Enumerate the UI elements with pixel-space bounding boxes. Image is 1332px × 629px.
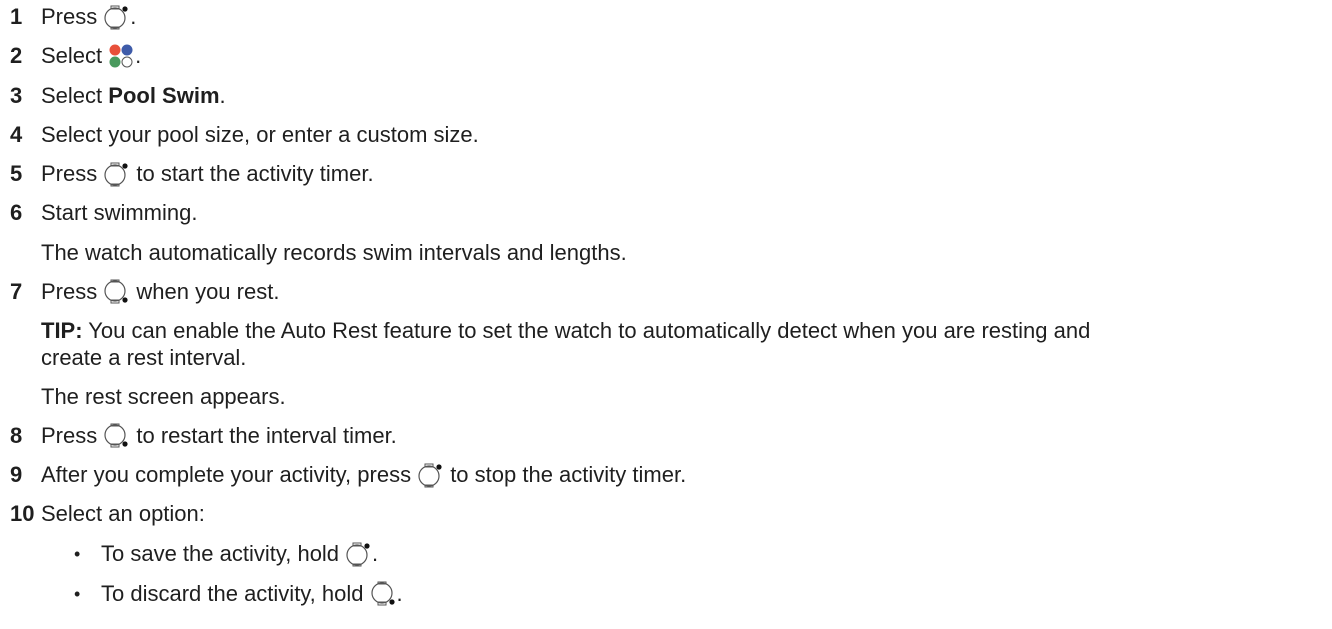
step-5: 5 Press to start the activity timer.: [10, 161, 374, 187]
step-10: 10 Select an option:: [10, 501, 205, 527]
step-number: 9: [10, 462, 23, 487]
step-text-end: to restart the interval timer.: [130, 423, 397, 448]
step-text-end: .: [130, 4, 137, 29]
step-6: 6 Start swimming.: [10, 200, 197, 226]
step-text-end: .: [135, 43, 142, 68]
step-text: Select: [41, 83, 109, 108]
option-discard: • To discard the activity, hold .: [74, 581, 403, 607]
watch-button-top-right-icon: [345, 541, 371, 567]
step-text-end: to start the activity timer.: [130, 161, 374, 186]
instruction-page: 1 Press . 2 Select . 3 Select Pool Swim …: [0, 0, 1332, 629]
tip-line-1: TIP: You can enable the Auto Rest featur…: [41, 318, 1090, 344]
option-text-end: .: [396, 581, 403, 606]
step-8: 8 Press to restart the interval timer.: [10, 423, 397, 449]
step-text: Press: [41, 279, 98, 304]
watch-button-top-right-icon: [103, 4, 129, 30]
option-save: • To save the activity, hold .: [74, 541, 378, 567]
step-text: Select: [41, 43, 103, 68]
step-2: 2 Select .: [10, 43, 141, 69]
step-text: Select an option:: [41, 501, 205, 526]
step-number: 3: [10, 83, 23, 108]
pool-swim-label: Pool Swim: [108, 83, 220, 108]
step-number: 7: [10, 279, 23, 304]
watch-button-bottom-right-icon: [103, 423, 129, 449]
option-text: To discard the activity, hold: [101, 581, 364, 606]
step-4: 4 Select your pool size, or enter a cust…: [10, 122, 479, 148]
step-text: After you complete your activity, press: [41, 462, 412, 487]
step-text: Press: [41, 423, 98, 448]
tip-line-2: create a rest interval.: [41, 345, 246, 371]
option-text-end: .: [372, 541, 379, 566]
step-text: Press: [41, 4, 98, 29]
step-text-end: to stop the activity timer.: [444, 462, 687, 487]
watch-button-bottom-right-icon: [103, 279, 129, 305]
step-9: 9 After you complete your activity, pres…: [10, 462, 686, 488]
step-3: 3 Select Pool Swim .: [10, 83, 226, 109]
step-number: 2: [10, 43, 23, 68]
step-text-end: .: [219, 83, 226, 108]
tip-text: create a rest interval.: [41, 345, 247, 370]
step-1: 1 Press .: [10, 4, 136, 30]
tip-text: You can enable the Auto Rest feature to …: [82, 318, 1091, 343]
step-number: 8: [10, 423, 23, 448]
step-text: Start swimming.: [41, 200, 198, 225]
bullet: •: [74, 544, 81, 564]
step-number: 10: [10, 501, 35, 526]
tip-label: TIP:: [41, 318, 83, 343]
step-text: Select your pool size, or enter a custom…: [41, 122, 479, 147]
note-text: The rest screen appears.: [41, 384, 286, 409]
activity-colors-icon: [108, 43, 134, 69]
step-text-end: when you rest.: [130, 279, 280, 304]
step-number: 4: [10, 122, 23, 147]
step-number: 1: [10, 4, 23, 29]
bullet: •: [74, 584, 81, 604]
step-7: 7 Press when you rest.: [10, 279, 279, 305]
step-number: 5: [10, 161, 23, 186]
note-text: The watch automatically records swim int…: [41, 240, 627, 265]
step-number: 6: [10, 200, 23, 225]
step-6-note: The watch automatically records swim int…: [41, 240, 627, 266]
step-text: Press: [41, 161, 98, 186]
rest-screen-note: The rest screen appears.: [41, 384, 286, 410]
watch-button-top-right-icon: [103, 161, 129, 187]
option-text: To save the activity, hold: [101, 541, 340, 566]
watch-button-top-right-icon: [417, 462, 443, 488]
watch-button-bottom-right-icon: [370, 581, 396, 607]
